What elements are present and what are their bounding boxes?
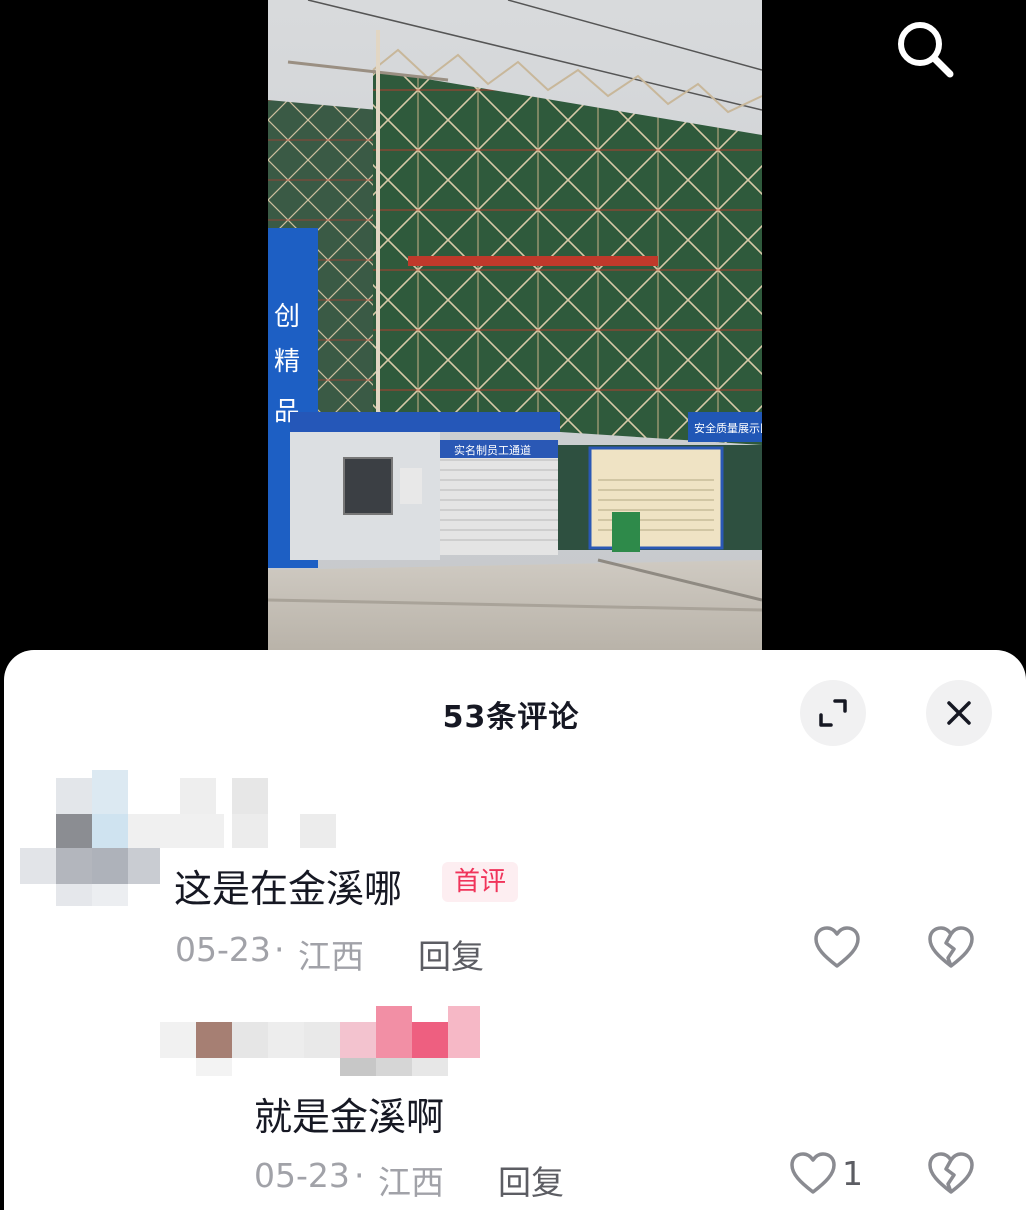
comments-count-title: 53条评论 (442, 700, 580, 735)
svg-text:安全质量展示区: 安全质量展示区 (694, 421, 762, 435)
construction-site-image: 创 精 品 实名制员工通道 安全质量展示 (268, 0, 762, 650)
expand-icon (819, 699, 847, 727)
expand-button[interactable] (800, 680, 866, 746)
search-icon (898, 22, 954, 78)
reply-button[interactable]: 回复 (498, 1156, 564, 1204)
dislike-button[interactable] (926, 1150, 976, 1200)
like-button[interactable] (788, 1150, 838, 1200)
meta-separator: · (274, 930, 285, 969)
video-player[interactable]: 创 精 品 实名制员工通道 安全质量展示 (0, 0, 1026, 660)
heart-icon (790, 1152, 836, 1194)
heart-icon (814, 926, 860, 968)
comment-date: 05-23 (254, 1156, 350, 1195)
comment-text: 就是金溪啊 (254, 1095, 445, 1139)
comment-region: 江西 (298, 937, 364, 976)
first-comment-badge: 首评 (442, 862, 518, 902)
reply-button[interactable]: 回复 (418, 930, 484, 978)
search-button[interactable] (890, 14, 960, 84)
like-button[interactable] (812, 924, 862, 974)
comment-region: 江西 (378, 1163, 444, 1202)
close-button[interactable] (926, 680, 992, 746)
comment-text: 这是在金溪哪 (174, 867, 403, 911)
like-count: 1 (842, 1154, 863, 1193)
svg-text:精: 精 (274, 347, 300, 377)
comment-date: 05-23 (175, 930, 271, 969)
broken-heart-icon (928, 1152, 974, 1194)
avatar[interactable] (160, 1006, 490, 1082)
close-icon (947, 701, 971, 725)
dislike-button[interactable] (926, 924, 976, 974)
svg-text:实名制员工通道: 实名制员工通道 (454, 443, 531, 457)
svg-text:创: 创 (274, 302, 300, 332)
video-frame[interactable]: 创 精 品 实名制员工通道 安全质量展示 (268, 0, 762, 650)
broken-heart-icon (928, 926, 974, 968)
meta-separator: · (354, 1156, 365, 1195)
